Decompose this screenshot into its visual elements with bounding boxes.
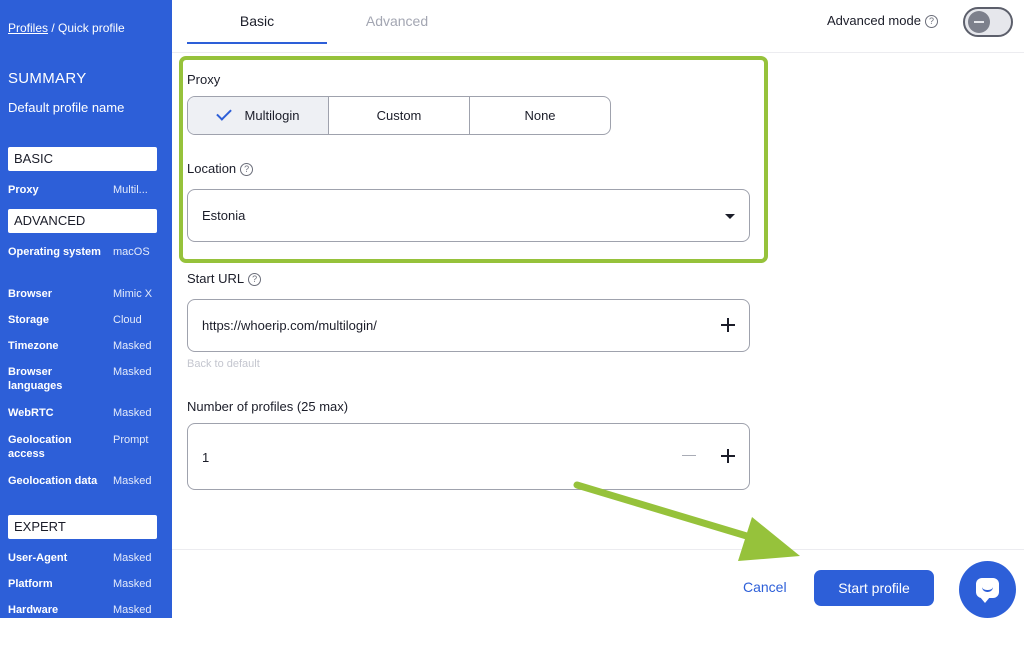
summary-row-value: macOS [113,246,150,258]
summary-row-key: Browser languages [8,366,63,392]
toggle-knob [968,11,990,33]
check-icon [215,105,232,121]
summary-row-value: Prompt [113,434,149,446]
proxy-option-none[interactable]: None [470,97,610,134]
breadcrumb: Profiles / Quick profile [8,21,125,35]
header-divider [172,52,1024,53]
help-circle-icon[interactable]: ? [248,273,262,287]
cancel-button[interactable]: Cancel [743,579,787,595]
start-url-value: https://whoerip.com/multilogin/ [202,318,377,333]
summary-row-value: Masked [113,475,152,487]
tab-basic[interactable]: Basic [187,0,327,44]
proxy-option-multilogin[interactable]: Multilogin [188,97,329,134]
advanced-mode-label: Advanced mode? [827,13,938,29]
location-label-text: Location [187,161,237,176]
summary-row-value: Masked [113,604,152,616]
summary-row-key: Geolocation access [8,434,72,460]
chat-icon [976,578,999,603]
advanced-mode-text: Advanced mode [827,13,921,28]
start-url-field[interactable]: https://whoerip.com/multilogin/ [187,299,750,352]
back-to-default-link[interactable]: Back to default [187,358,260,370]
summary-row-key: WebRTC [8,407,54,419]
start-url-label: Start URL? [187,271,262,287]
summary-row-value: Masked [113,366,152,378]
summary-row-value: Cloud [113,314,142,326]
help-circle-icon[interactable]: ? [924,15,938,29]
summary-row-key: Platform [8,578,53,590]
summary-row-key: Timezone [8,340,59,352]
start-profile-button[interactable]: Start profile [814,570,934,606]
breadcrumb-profiles-link[interactable]: Profiles [8,21,48,35]
summary-row-key: Geolocation data [8,475,98,487]
summary-row-value: Masked [113,552,152,564]
section-expert-header: EXPERT [8,515,157,539]
start-url-label-text: Start URL [187,271,245,286]
summary-row-value: Masked [113,340,152,352]
proxy-option-custom[interactable]: Custom [329,97,470,134]
summary-row-key: Operating system [8,246,101,258]
summary-row-key: Browser [8,288,53,300]
breadcrumb-current: Quick profile [58,21,125,35]
profiles-count-label: Number of profiles (25 max) [187,399,349,414]
summary-row-key: Proxy [8,184,39,196]
summary-row-value: Masked [113,578,152,590]
help-circle-icon[interactable]: ? [240,163,254,177]
minus-icon[interactable] [681,448,697,464]
summary-profile-name: Default profile name [8,100,125,115]
location-select-value: Estonia [202,208,246,223]
breadcrumb-separator: / [48,21,59,35]
profiles-count-value: 1 [202,450,210,465]
summary-row-key: Hardware [8,604,59,616]
summary-row-key: User-Agent [8,552,68,564]
section-advanced-header: ADVANCED [8,209,157,233]
plus-icon[interactable] [720,317,736,333]
section-basic-header: BASIC [8,147,157,171]
plus-icon[interactable] [720,448,736,464]
caret-down-icon [725,214,735,219]
summary-row-value: Multil... [113,184,148,196]
tab-advanced[interactable]: Advanced [327,0,467,44]
proxy-segmented-control: Multilogin Custom None [187,96,611,135]
proxy-label: Proxy [187,72,221,87]
advanced-mode-toggle[interactable] [963,7,1013,37]
chat-icon-smile [982,587,993,592]
footer-divider [172,549,1024,550]
proxy-option-label: Custom [376,108,422,123]
summary-sidebar: Profiles / Quick profile SUMMARY Default… [0,0,172,618]
summary-title: SUMMARY [8,70,87,87]
location-label: Location? [187,161,254,177]
proxy-option-label: Multilogin [244,108,300,123]
profiles-count-stepper[interactable]: 1 [187,423,750,490]
proxy-option-label: None [524,108,556,123]
location-select[interactable]: Estonia [187,189,750,242]
chat-button[interactable] [959,561,1016,618]
summary-row-value: Masked [113,407,152,419]
quick-profile-page: Profiles / Quick profile SUMMARY Default… [0,0,1024,649]
summary-row-key: Storage [8,314,49,326]
summary-row-value: Mimic X [113,288,153,300]
